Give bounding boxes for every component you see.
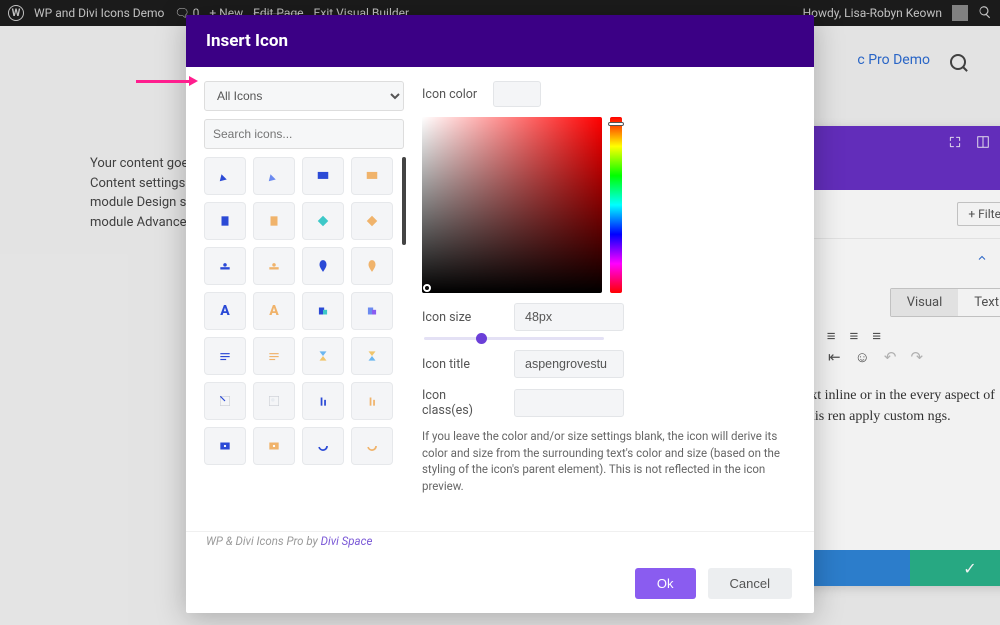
annotation-arrow [136,80,190,83]
icon-option[interactable] [253,247,295,285]
icon-option[interactable] [351,202,393,240]
icon-option[interactable] [302,292,344,330]
icon-option[interactable] [302,202,344,240]
icon-classes-label: Icon class(es) [422,388,500,418]
color-picker[interactable] [422,117,796,293]
icon-option[interactable] [253,382,295,420]
icon-option[interactable] [204,382,246,420]
saturation-handle[interactable] [423,284,431,292]
icon-size-slider[interactable] [424,337,604,340]
icon-option[interactable] [204,427,246,465]
icon-option[interactable] [204,247,246,285]
icon-option[interactable] [253,202,295,240]
icon-option[interactable] [253,337,295,375]
ok-button[interactable]: Ok [635,568,696,599]
icon-grid-scrollbar[interactable] [402,157,406,245]
icon-title-input[interactable] [514,350,624,378]
icon-option[interactable] [302,382,344,420]
icon-option[interactable] [302,247,344,285]
icon-size-input[interactable] [514,303,624,331]
divi-space-link[interactable]: Divi Space [321,534,373,548]
icon-option[interactable] [351,382,393,420]
icon-option[interactable] [351,247,393,285]
icon-classes-input[interactable] [514,389,624,417]
icon-color-label: Icon color [422,87,477,102]
icon-option[interactable] [204,202,246,240]
icon-option[interactable] [351,427,393,465]
icon-size-label: Icon size [422,310,500,325]
cancel-button[interactable]: Cancel [708,568,792,599]
modal-credit: WP & Divi Icons Pro by Divi Space [186,531,814,554]
icon-option[interactable] [253,427,295,465]
icon-option[interactable] [302,337,344,375]
icon-option[interactable] [302,427,344,465]
icon-option[interactable] [302,157,344,195]
hue-slider[interactable] [610,117,622,293]
icon-option[interactable] [351,337,393,375]
icon-grid: A A [204,157,396,523]
icon-title-label: Icon title [422,357,500,372]
icon-option[interactable]: A [204,292,246,330]
icon-option[interactable] [204,157,246,195]
icon-category-select[interactable]: All Icons [204,81,404,111]
icon-option[interactable] [351,292,393,330]
modal-title: Insert Icon [186,15,814,67]
icon-option[interactable]: A [253,292,295,330]
icon-color-swatch[interactable] [493,81,541,107]
icon-search-input[interactable] [204,119,404,149]
icon-help-text: If you leave the color and/or size setti… [422,428,796,495]
insert-icon-modal: Insert Icon All Icons [186,15,814,613]
icon-option[interactable] [351,157,393,195]
icon-option[interactable] [253,157,295,195]
icon-option[interactable] [204,337,246,375]
